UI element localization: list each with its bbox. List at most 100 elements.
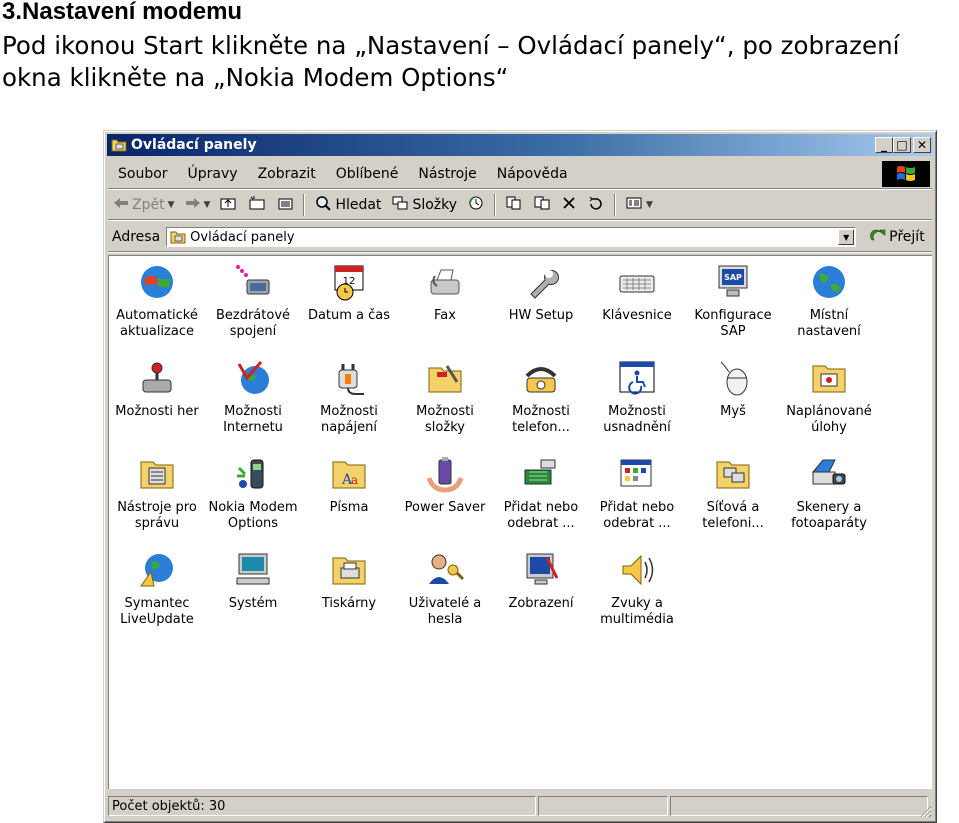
display-icon — [521, 550, 561, 590]
undo-icon — [587, 195, 605, 215]
toolbar-separator — [614, 194, 617, 216]
item-label: Naplánované úlohy — [786, 404, 872, 435]
control-panel-item[interactable]: 12 Datum a čas — [301, 258, 397, 354]
views-dropdown-icon[interactable]: ▼ — [646, 200, 653, 210]
control-panel-item[interactable]: Systém — [205, 546, 301, 642]
menu-zobrazit[interactable]: Zobrazit — [248, 166, 326, 182]
control-panel-item[interactable]: SAP Konfigurace SAP — [685, 258, 781, 354]
back-dropdown-icon[interactable]: ▼ — [168, 200, 175, 210]
search-label: Hledat — [335, 197, 382, 213]
control-panel-item[interactable]: Bezdrátové spojení — [205, 258, 301, 354]
control-panel-item[interactable]: Skenery a fotoaparáty — [781, 450, 877, 546]
views-small-button[interactable] — [271, 195, 299, 215]
views-button[interactable]: ▼ — [620, 195, 658, 215]
item-label: Přidat nebo odebrat ... — [599, 500, 675, 531]
control-panel-item[interactable]: Tiskárny — [301, 546, 397, 642]
svg-text:a: a — [351, 473, 358, 487]
control-panel-item[interactable]: Power Saver — [397, 450, 493, 546]
control-panel-item[interactable]: Myš — [685, 354, 781, 450]
title-bar[interactable]: Ovládací panely _ □ ✕ — [107, 134, 933, 156]
go-button[interactable]: Přejít — [870, 228, 925, 246]
item-label: Možnosti Internetu — [223, 404, 283, 435]
menu-bar: Soubor Úpravy Zobrazit Oblíbené Nástroje… — [108, 160, 932, 189]
control-panel-item[interactable]: Aa Písma — [301, 450, 397, 546]
control-panel-item[interactable]: Klávesnice — [589, 258, 685, 354]
address-field[interactable]: Ovládací panely ▼ — [166, 227, 857, 247]
item-label: Automatické aktualizace — [116, 308, 198, 339]
control-panel-item[interactable]: Nokia Modem Options — [205, 450, 301, 546]
move-to-button[interactable] — [500, 195, 528, 215]
menu-soubor[interactable]: Soubor — [108, 166, 178, 182]
search-icon — [314, 195, 332, 215]
menu-nastroje[interactable]: Nástroje — [408, 166, 486, 182]
control-panel-items: Automatické aktualizace Bezdrátové spojen… — [109, 258, 877, 642]
control-panel-item[interactable]: Přidat nebo odebrat ... — [493, 450, 589, 546]
minimize-button[interactable]: _ — [875, 137, 893, 153]
item-label: Nokia Modem Options — [208, 500, 298, 531]
control-panel-item[interactable]: Možnosti telefon... — [493, 354, 589, 450]
folders-icon — [391, 195, 409, 215]
control-panel-item[interactable]: Možnosti usnadnění — [589, 354, 685, 450]
control-panel-item[interactable]: Fax — [397, 258, 493, 354]
item-label: Zobrazení — [508, 596, 574, 611]
up-folder-icon — [220, 195, 238, 215]
go-label: Přejít — [889, 229, 925, 245]
control-panel-item[interactable]: Místní nastavení — [781, 258, 877, 354]
control-panel-item[interactable]: Možnosti Internetu — [205, 354, 301, 450]
control-panel-item[interactable]: Uživatelé a hesla — [397, 546, 493, 642]
folders-button[interactable]: Složky — [386, 195, 462, 215]
menu-upravy[interactable]: Úpravy — [178, 166, 248, 182]
delete-button[interactable] — [556, 195, 582, 215]
new-folder-icon — [248, 195, 266, 215]
undo-button[interactable] — [582, 195, 610, 215]
item-label: Možnosti usnadnění — [603, 404, 671, 435]
internet-globe-icon — [233, 358, 273, 398]
scanner-camera-icon — [809, 454, 849, 494]
control-panel-item[interactable]: Přidat nebo odebrat ... — [589, 450, 685, 546]
item-label: Datum a čas — [307, 308, 391, 323]
forward-button[interactable]: ▼ — [180, 197, 216, 213]
item-label: HW Setup — [508, 308, 574, 323]
item-label: Symantec LiveUpdate — [120, 596, 194, 627]
history-button[interactable] — [462, 195, 490, 215]
control-panel-item[interactable]: HW Setup — [493, 258, 589, 354]
control-panel-item[interactable]: Zvuky a multimédia — [589, 546, 685, 642]
control-panel-item[interactable]: Síťová a telefoni... — [685, 450, 781, 546]
forward-dropdown-icon[interactable]: ▼ — [204, 200, 211, 210]
address-bar: Adresa Ovládací panely ▼ Přejít — [108, 223, 932, 252]
maximize-button[interactable]: □ — [893, 137, 911, 153]
window-title: Ovládací panely — [131, 137, 257, 153]
copy-to-button[interactable] — [528, 195, 556, 215]
item-label: Konfigurace SAP — [694, 308, 772, 339]
address-dropdown-icon[interactable]: ▼ — [838, 229, 855, 245]
control-panel-item[interactable]: Možnosti napájení — [301, 354, 397, 450]
control-panel-item[interactable]: Možnosti her — [109, 354, 205, 450]
control-panel-item[interactable]: Symantec LiveUpdate — [109, 546, 205, 642]
document-paragraph: Pod ikonou Start klikněte na „Nastavení … — [2, 31, 900, 92]
control-panel-item[interactable]: Nástroje pro správu — [109, 450, 205, 546]
search-button[interactable]: Hledat — [309, 195, 386, 215]
item-label: Zvuky a multimédia — [600, 596, 674, 627]
wrench-icon — [521, 262, 561, 302]
back-button[interactable]: Zpět ▼ — [108, 197, 180, 213]
toolbar: Zpět ▼ ▼ Hledat Složky ▼ — [108, 191, 932, 220]
battery-hands-icon — [425, 454, 465, 494]
accessibility-icon — [617, 358, 657, 398]
control-panel-item[interactable]: Automatické aktualizace — [109, 258, 205, 354]
item-label: Tiskárny — [321, 596, 377, 611]
menu-napoveda[interactable]: Nápověda — [487, 166, 578, 182]
item-label: Systém — [228, 596, 278, 611]
fonts-folder-icon: Aa — [329, 454, 369, 494]
control-panel-item[interactable]: Naplánované úlohy — [781, 354, 877, 450]
control-panel-item[interactable]: Možnosti složky — [397, 354, 493, 450]
resize-grip-icon[interactable] — [918, 804, 932, 818]
back-arrow-icon — [113, 197, 129, 213]
globe-icon — [809, 262, 849, 302]
up-folder-button[interactable] — [215, 195, 243, 215]
close-button[interactable]: ✕ — [913, 137, 931, 153]
item-label: Uživatelé a hesla — [408, 596, 482, 627]
fax-icon — [425, 262, 465, 302]
menu-oblibene[interactable]: Oblíbené — [326, 166, 409, 182]
new-folder-button[interactable] — [243, 195, 271, 215]
control-panel-item[interactable]: Zobrazení — [493, 546, 589, 642]
